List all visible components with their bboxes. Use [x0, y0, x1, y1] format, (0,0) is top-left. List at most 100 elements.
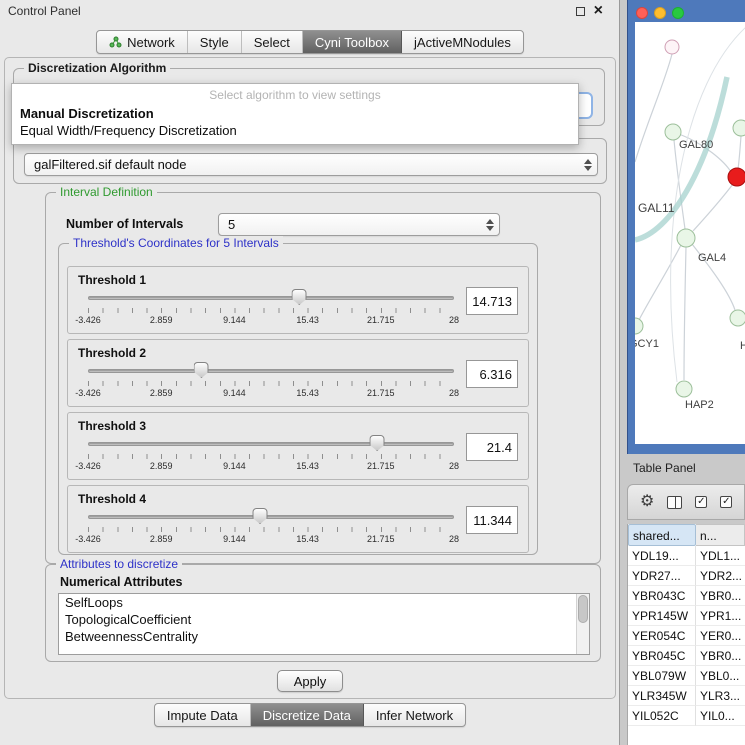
network-node[interactable] — [730, 310, 745, 326]
threshold-value-field[interactable]: 6.316 — [466, 360, 518, 388]
slider-thumb[interactable] — [292, 289, 307, 305]
network-node[interactable] — [665, 124, 681, 140]
screen: Control Panel × Network — [0, 0, 745, 745]
network-node[interactable] — [733, 120, 745, 136]
slider-ticks — [88, 527, 454, 532]
network-node[interactable] — [635, 318, 643, 334]
table-row[interactable]: YBR045CYBR0... — [628, 646, 745, 666]
table-row[interactable]: YBL079WYBL0... — [628, 666, 745, 686]
close-traffic-light[interactable] — [636, 7, 648, 19]
tick-label: 28 — [449, 534, 459, 544]
column-header-name[interactable]: n... — [696, 524, 745, 546]
tick-label: 9.144 — [223, 461, 246, 471]
table-row[interactable]: YER054CYER0... — [628, 626, 745, 646]
tick-label: 9.144 — [223, 388, 246, 398]
highlighted-edge[interactable] — [635, 77, 727, 240]
top-tabbar: Network Style Select Cyni Toolbox jActiv… — [0, 30, 620, 54]
network-view-window: GAL80 GAL11 GAL4 GCY1 HAP2 H — [627, 0, 745, 454]
network-node[interactable] — [677, 229, 695, 247]
threshold-value-field[interactable]: 14.713 — [466, 287, 518, 315]
list-item[interactable]: TopologicalCoefficient — [59, 611, 589, 628]
selected-red-node[interactable] — [728, 168, 745, 186]
checkbox-icon[interactable]: ✓ — [695, 496, 707, 508]
threshold-value-field[interactable]: 21.4 — [466, 433, 518, 461]
tick-label: -3.426 — [75, 388, 101, 398]
float-window-icon[interactable] — [576, 7, 585, 16]
tick-label: -3.426 — [75, 315, 101, 325]
number-of-intervals-select[interactable]: 5 — [218, 213, 500, 236]
slider-track[interactable] — [88, 442, 454, 446]
slider-track[interactable] — [88, 369, 454, 373]
algorithm-dropdown-list: Select algorithm to view settings Manual… — [11, 83, 579, 145]
slider-ticks — [88, 308, 454, 313]
slider-tick-labels: -3.426 2.859 9.144 15.43 21.715 28 — [88, 388, 454, 399]
slider-thumb[interactable] — [370, 435, 385, 451]
table-row[interactable]: YBR043CYBR0... — [628, 586, 745, 606]
slider-ticks — [88, 381, 454, 386]
threshold-slider[interactable]: -3.426 2.859 9.144 15.43 21.715 28 — [88, 289, 454, 331]
combo-stepper-icon — [486, 219, 494, 231]
cyni-toolbox-panel: Discretization Algorithm Select algorith… — [4, 57, 616, 699]
columns-icon[interactable] — [667, 496, 682, 509]
scrollbar-thumb[interactable] — [578, 595, 588, 623]
table-row[interactable]: YLR345WYLR3... — [628, 686, 745, 706]
threshold-panel-2: Threshold 2 -3.426 2.859 9.144 15.43 21.… — [67, 339, 529, 407]
table-row[interactable]: YDL19...YDL1... — [628, 546, 745, 566]
tick-label: 2.859 — [150, 534, 173, 544]
tab-impute-data[interactable]: Impute Data — [155, 704, 251, 726]
attributes-group: Attributes to discretize Numerical Attri… — [45, 564, 601, 662]
minimize-traffic-light[interactable] — [654, 7, 666, 19]
table-row[interactable]: YDR27...YDR2... — [628, 566, 745, 586]
node-label: H — [740, 340, 745, 352]
column-header-shared-name[interactable]: shared... — [628, 524, 696, 546]
tab-jactivemnodules[interactable]: jActiveMNodules — [402, 31, 523, 53]
gear-icon[interactable]: ⚙ — [640, 494, 654, 510]
control-panel-window: Control Panel × Network — [0, 0, 620, 745]
tab-select[interactable]: Select — [242, 31, 303, 53]
close-icon[interactable]: × — [594, 4, 603, 18]
tab-network[interactable]: Network — [97, 31, 188, 53]
tab-discretize-data[interactable]: Discretize Data — [251, 704, 364, 726]
threshold-slider[interactable]: -3.426 2.859 9.144 15.43 21.715 28 — [88, 362, 454, 404]
tick-label: 15.43 — [296, 315, 319, 325]
apply-button[interactable]: Apply — [277, 670, 343, 692]
threshold-slider[interactable]: -3.426 2.859 9.144 15.43 21.715 28 — [88, 435, 454, 477]
network-graph[interactable]: GAL80 GAL11 GAL4 GCY1 HAP2 H — [635, 22, 745, 444]
threshold-value-field[interactable]: 11.344 — [466, 506, 518, 534]
network-canvas[interactable]: GAL80 GAL11 GAL4 GCY1 HAP2 H — [635, 22, 745, 444]
thresholds-group: Threshold's Coordinates for 5 Intervals … — [58, 243, 538, 555]
tab-style[interactable]: Style — [188, 31, 242, 53]
list-item[interactable]: BetweennessCentrality — [59, 628, 589, 645]
window-title: Control Panel — [8, 4, 81, 18]
slider-ticks — [88, 454, 454, 459]
node-table: shared... n... YDL19...YDL1... YDR27...Y… — [627, 524, 745, 745]
zoom-traffic-light[interactable] — [672, 7, 684, 19]
threshold-slider[interactable]: -3.426 2.859 9.144 15.43 21.715 28 — [88, 508, 454, 550]
slider-track[interactable] — [88, 296, 454, 300]
combo-stepper-icon — [584, 159, 592, 171]
tab-cyni-toolbox[interactable]: Cyni Toolbox — [303, 31, 402, 53]
checkbox-icon[interactable]: ✓ — [720, 496, 732, 508]
tab-infer-network[interactable]: Infer Network — [364, 704, 465, 726]
table-data-select[interactable]: galFiltered.sif default node — [24, 153, 598, 176]
slider-track[interactable] — [88, 515, 454, 519]
tick-label: 2.859 — [150, 388, 173, 398]
threshold-label: Threshold 4 — [78, 492, 146, 506]
numerical-attributes-label: Numerical Attributes — [60, 575, 182, 589]
window-controls — [636, 7, 684, 19]
list-scrollbar[interactable] — [576, 594, 589, 654]
network-node[interactable] — [665, 40, 679, 54]
table-header-row: shared... n... — [628, 524, 745, 546]
slider-thumb[interactable] — [194, 362, 209, 378]
bottom-tabbar: Impute Data Discretize Data Infer Networ… — [0, 703, 620, 727]
algorithm-option-equal-width[interactable]: Equal Width/Frequency Discretization — [12, 122, 578, 139]
threshold-label: Threshold 3 — [78, 419, 146, 433]
algorithm-option-manual[interactable]: Manual Discretization — [12, 105, 578, 122]
thresholds-group-title: Threshold's Coordinates for 5 Intervals — [69, 236, 283, 250]
slider-thumb[interactable] — [253, 508, 268, 524]
table-row[interactable]: YIL052CYIL0... — [628, 706, 745, 726]
table-row[interactable]: YPR145WYPR1... — [628, 606, 745, 626]
list-item[interactable]: SelfLoops — [59, 594, 589, 611]
threshold-panel-4: Threshold 4 -3.426 2.859 9.144 15.43 21.… — [67, 485, 529, 553]
network-node[interactable] — [676, 381, 692, 397]
